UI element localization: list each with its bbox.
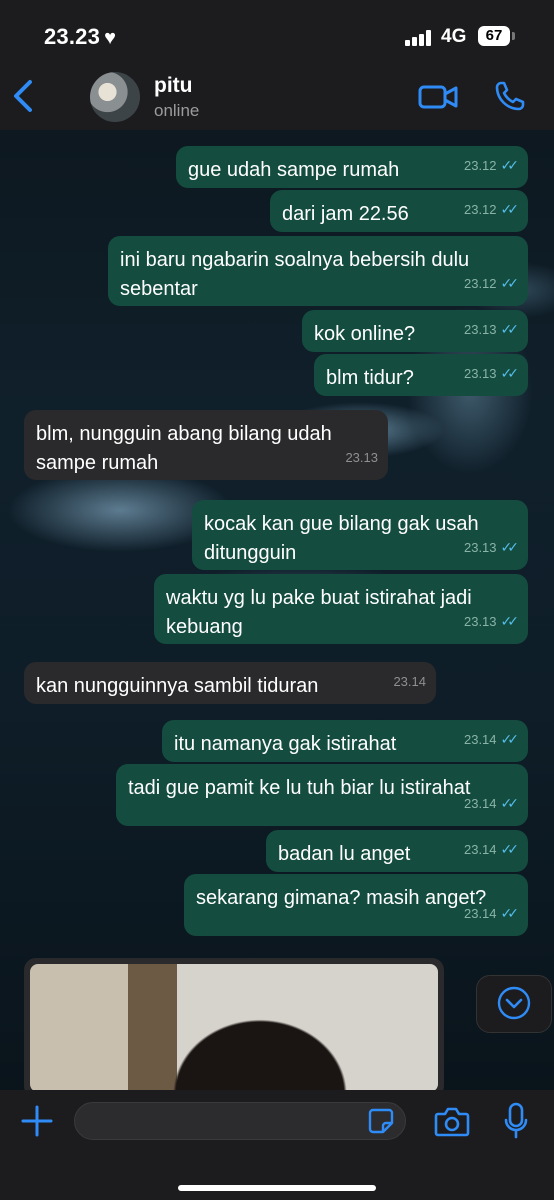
read-ticks-icon: ✓✓: [500, 321, 520, 337]
phone-icon[interactable]: [494, 80, 526, 112]
composer-bar: [0, 1090, 554, 1200]
message-bubble-outgoing[interactable]: kok online? 23.13 ✓✓: [302, 310, 528, 352]
camera-icon[interactable]: [434, 1106, 470, 1138]
plus-icon[interactable]: [20, 1104, 54, 1138]
message-bubble-outgoing[interactable]: ini baru ngabarin soalnya bebersih dulu …: [108, 236, 528, 306]
scroll-to-bottom-button[interactable]: [476, 975, 552, 1033]
read-ticks-icon: ✓✓: [500, 841, 520, 857]
photo-thumbnail[interactable]: [30, 964, 438, 1090]
video-camera-icon[interactable]: [418, 82, 458, 112]
contact-presence: online: [154, 101, 200, 120]
message-bubble-incoming[interactable]: kan nungguinnya sambil tiduran 23.14: [24, 662, 436, 704]
message-bubble-outgoing[interactable]: gue udah sampe rumah 23.12 ✓✓: [176, 146, 528, 188]
chevron-down-circle-icon: [497, 986, 531, 1020]
chat-area[interactable]: gue udah sampe rumah 23.12 ✓✓ dari jam 22…: [0, 130, 554, 1090]
message-bubble-outgoing[interactable]: sekarang gimana? masih anget? 23.14 ✓✓: [184, 874, 528, 936]
network-type: 4G: [441, 26, 467, 47]
sticker-icon[interactable]: [368, 1108, 394, 1134]
message-bubble-outgoing[interactable]: dari jam 22.56 23.12 ✓✓: [270, 190, 528, 232]
status-bar: 23.23 ♥ 4G 67: [0, 0, 554, 64]
read-ticks-icon: ✓✓: [500, 539, 520, 555]
message-bubble-outgoing[interactable]: blm tidur? 23.13 ✓✓: [314, 354, 528, 396]
avatar[interactable]: [90, 72, 140, 122]
read-ticks-icon: ✓✓: [500, 905, 520, 921]
message-bubble-outgoing[interactable]: itu namanya gak istirahat 23.14 ✓✓: [162, 720, 528, 762]
message-input[interactable]: [74, 1102, 406, 1140]
battery-tip: [512, 32, 515, 40]
photo-message[interactable]: [24, 958, 444, 1090]
read-ticks-icon: ✓✓: [500, 275, 520, 291]
status-time: 23.23 ♥: [44, 24, 117, 49]
chat-header: pitu online: [0, 64, 554, 131]
chevron-left-icon[interactable]: [10, 76, 40, 116]
read-ticks-icon: ✓✓: [500, 613, 520, 629]
read-ticks-icon: ✓✓: [500, 731, 520, 747]
battery-icon: 67: [478, 26, 510, 46]
contact-name[interactable]: pitu: [154, 74, 192, 98]
read-ticks-icon: ✓✓: [500, 795, 520, 811]
message-bubble-incoming[interactable]: blm, nungguin abang bilang udah sampe ru…: [24, 410, 388, 480]
read-ticks-icon: ✓✓: [500, 201, 520, 217]
home-indicator: [178, 1185, 376, 1191]
message-bubble-outgoing[interactable]: kocak kan gue bilang gak usah ditungguin…: [192, 500, 528, 570]
microphone-icon[interactable]: [504, 1102, 528, 1140]
message-bubble-outgoing[interactable]: badan lu anget 23.14 ✓✓: [266, 830, 528, 872]
signal-icon: [405, 30, 433, 46]
read-ticks-icon: ✓✓: [500, 157, 520, 173]
read-ticks-icon: ✓✓: [500, 365, 520, 381]
message-bubble-outgoing[interactable]: waktu yg lu pake buat istirahat jadi keb…: [154, 574, 528, 644]
message-bubble-outgoing[interactable]: tadi gue pamit ke lu tuh biar lu istirah…: [116, 764, 528, 826]
heart-icon: ♥: [104, 27, 117, 49]
